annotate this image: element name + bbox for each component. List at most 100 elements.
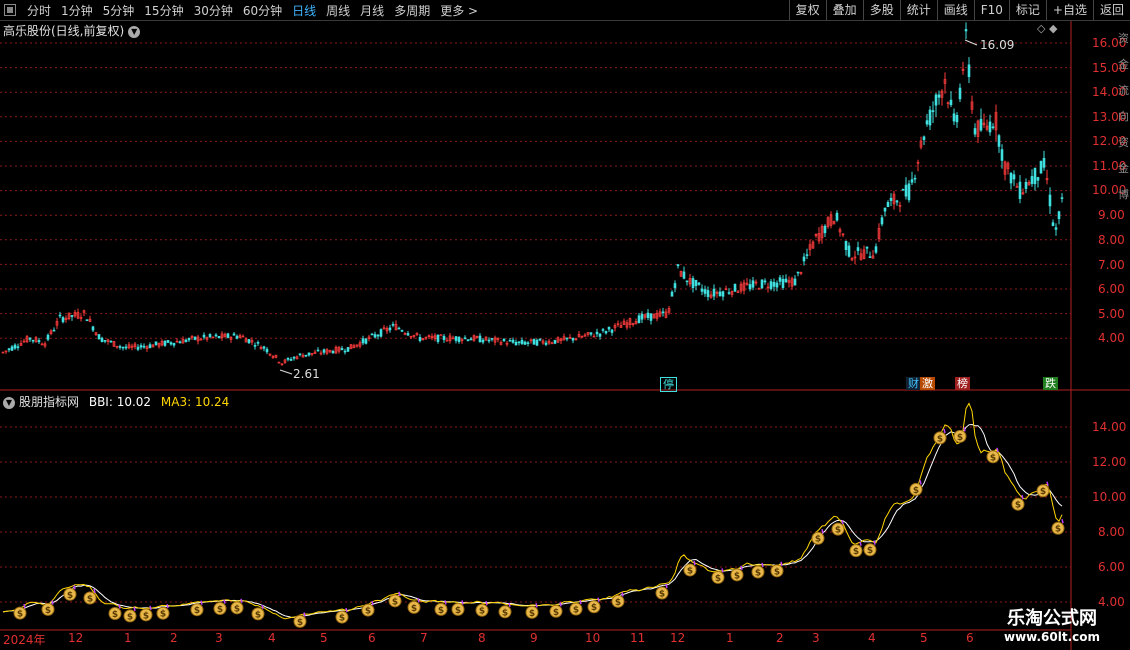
time-tick: 1 xyxy=(726,631,734,645)
candle-body xyxy=(193,336,197,340)
candle-body xyxy=(346,347,350,352)
money-bag-symbol: $ xyxy=(815,535,821,545)
candle-body xyxy=(607,326,611,330)
candle-body xyxy=(874,246,878,253)
indicator-name[interactable]: 股朋指标网 xyxy=(19,395,79,409)
money-bag-symbol: $ xyxy=(853,547,859,557)
candle-body xyxy=(262,346,266,349)
candle-body xyxy=(289,359,293,361)
time-tick: 10 xyxy=(585,631,601,645)
kline-chart-canvas[interactable]: $ $ $ $ $ $ $ $ $ $ $ $ $ $ $ $ $ $ $ $ $ $ $ $ $ $ $ $ $ $ $ $ $ $ $ $ $ $ $ $… xyxy=(0,0,1130,650)
candle-body xyxy=(136,346,140,350)
candle-body xyxy=(886,202,890,208)
tag-halt[interactable]: 停 xyxy=(660,377,677,392)
candle-body xyxy=(610,329,614,333)
candle-body xyxy=(796,271,800,274)
signal-tick xyxy=(240,598,243,603)
bbi-value: BBI: 10.02 xyxy=(88,395,152,409)
candle-body xyxy=(172,342,176,346)
signal-tick xyxy=(51,600,54,605)
candle-body xyxy=(649,313,653,321)
candle-body xyxy=(526,342,530,345)
candle-body xyxy=(10,346,14,351)
tag-list[interactable]: 榜 xyxy=(955,377,970,390)
candle-body xyxy=(544,342,548,345)
money-bag-symbol: $ xyxy=(502,608,508,618)
candle-body xyxy=(469,338,473,341)
signal-tick xyxy=(303,612,306,617)
signal-tick xyxy=(963,427,966,432)
candle-body xyxy=(187,337,191,341)
candle-body xyxy=(1060,197,1064,199)
candle-body xyxy=(748,284,752,290)
money-bag-symbol: $ xyxy=(411,604,417,614)
candle-body xyxy=(895,200,899,203)
money-bag-symbol: $ xyxy=(774,567,780,577)
time-tick: 3 xyxy=(812,631,820,645)
candle-body xyxy=(1012,174,1016,180)
tag-finance[interactable]: 财 xyxy=(906,377,921,390)
indicator-tick: 10.00 xyxy=(1092,490,1127,504)
candle-body xyxy=(169,342,173,345)
candle-body xyxy=(712,288,716,297)
candle-body xyxy=(835,212,839,221)
candle-body xyxy=(16,346,20,348)
time-tick: 5 xyxy=(320,631,328,645)
side-tab-char: 资 xyxy=(1118,136,1129,149)
candle-body xyxy=(913,177,917,180)
signal-tick xyxy=(1061,519,1064,524)
candle-body xyxy=(802,256,806,262)
candle-body xyxy=(28,337,32,340)
signal-tick xyxy=(597,597,600,602)
candle-body xyxy=(880,217,884,225)
candle-body xyxy=(121,346,125,349)
candle-body xyxy=(13,344,17,349)
tag-surge[interactable]: 激 xyxy=(920,377,935,390)
candle-body xyxy=(928,109,932,126)
candle-body xyxy=(523,341,527,345)
side-tab-char: 金 xyxy=(1118,58,1129,71)
money-bag-symbol: $ xyxy=(615,598,621,608)
candle-body xyxy=(1000,149,1004,161)
signal-tick xyxy=(345,607,348,613)
candle-body xyxy=(676,264,680,267)
candle-body xyxy=(727,292,731,294)
signal-tick xyxy=(996,447,999,452)
candle-body xyxy=(502,338,506,342)
candle-body xyxy=(1036,177,1040,181)
money-bag-symbol: $ xyxy=(591,603,597,613)
tag-drop[interactable]: 跌 xyxy=(1043,377,1058,390)
candle-body xyxy=(1030,176,1034,184)
candle-body xyxy=(166,340,170,343)
money-bag-symbol: $ xyxy=(392,597,398,607)
time-tick: 12 xyxy=(68,631,84,645)
chevron-down-icon[interactable]: ▼ xyxy=(128,25,141,38)
time-tick: 12 xyxy=(670,631,686,645)
candle-body xyxy=(511,339,515,343)
high-price-label: 16.09 xyxy=(980,38,1015,52)
side-tab-strip[interactable]: 资 金 流 向 资 金 博 xyxy=(1118,26,1130,208)
candle-body xyxy=(931,110,935,113)
signal-tick xyxy=(859,541,862,546)
candle-body xyxy=(61,317,65,323)
candle-body xyxy=(7,348,11,351)
candle-body xyxy=(1024,181,1028,189)
money-bag-symbol: $ xyxy=(659,589,665,599)
candle-body xyxy=(400,330,404,332)
indicator-tick: 6.00 xyxy=(1098,560,1125,574)
money-bag-symbol: $ xyxy=(529,609,535,619)
price-tick: 5.00 xyxy=(1098,307,1125,321)
candle-body xyxy=(868,256,872,258)
candle-body xyxy=(661,311,665,314)
candle-body xyxy=(481,339,485,343)
candle-body xyxy=(184,339,188,343)
signal-tick xyxy=(23,603,26,609)
candle-body xyxy=(760,279,764,289)
money-bag-symbol: $ xyxy=(67,591,73,601)
candle-body xyxy=(823,225,827,234)
candle-body xyxy=(538,338,542,341)
candle-body xyxy=(595,331,599,335)
time-tick: 3 xyxy=(215,631,223,645)
diamond-icon[interactable]: ◇ ◆ xyxy=(1037,22,1057,35)
chevron-down-icon[interactable]: ▼ xyxy=(3,396,15,409)
